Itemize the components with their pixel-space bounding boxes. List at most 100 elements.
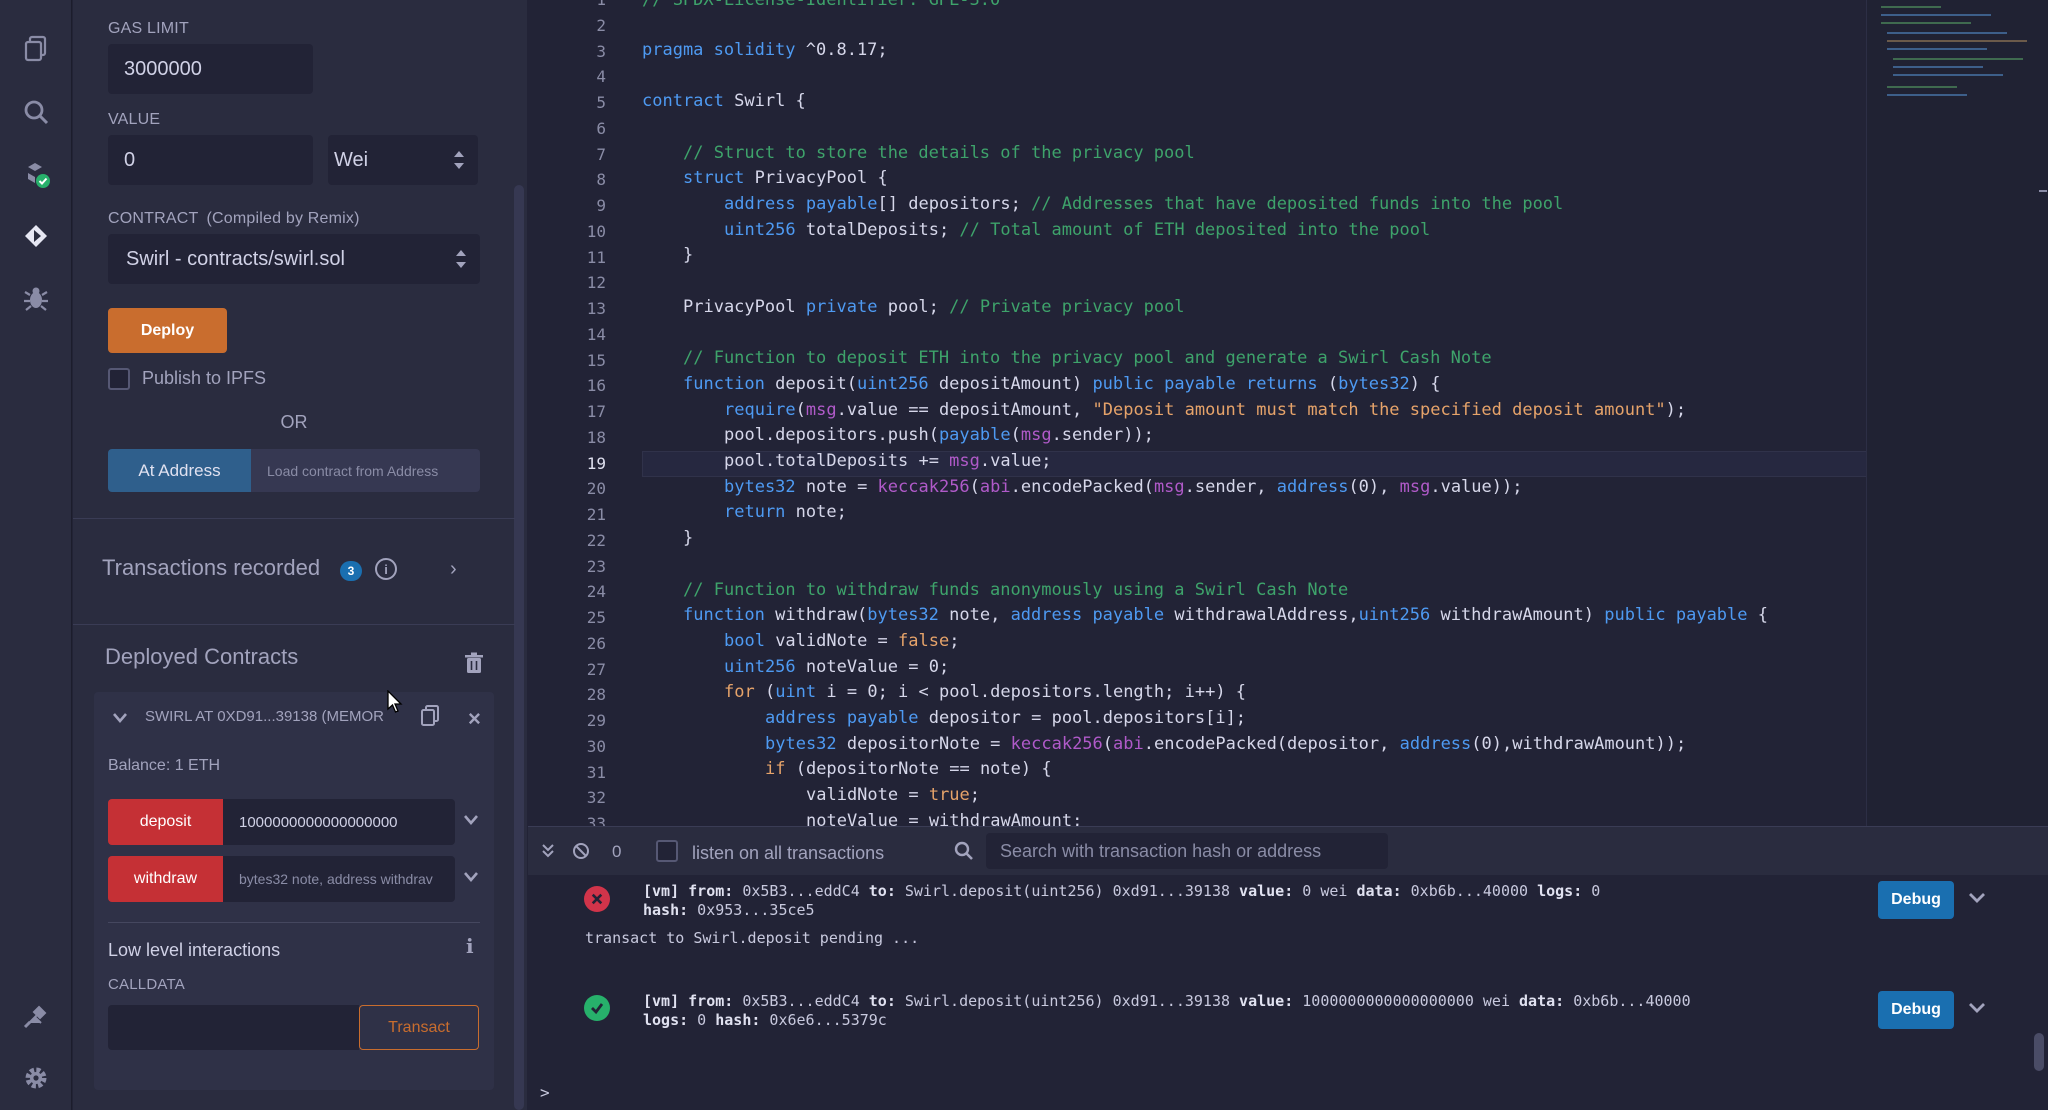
transact-button[interactable]: Transact (359, 1005, 479, 1050)
deploy-button[interactable]: Deploy (108, 308, 227, 353)
code-line-27: uint256 noteValue = 0; (724, 657, 950, 677)
line-number: 14 (586, 324, 606, 344)
calldata-label: CALLDATA (108, 976, 185, 993)
editor-minimap[interactable] (1866, 0, 2048, 826)
code-line-20: bytes32 note = keccak256(abi.encodePacke… (724, 477, 1523, 497)
code-line-16: function deposit(uint256 depositAmount) … (683, 374, 1441, 394)
line-number: 23 (586, 556, 606, 576)
line-number: 12 (586, 273, 606, 293)
tx1-debug-button[interactable]: Debug (1878, 881, 1954, 919)
calldata-input[interactable] (108, 1005, 359, 1050)
terminal-collapse-icon[interactable] (540, 842, 556, 863)
line-number: 3 (596, 41, 606, 61)
tx2-expand-icon[interactable] (1968, 1001, 1986, 1019)
low-level-title: Low level interactions (108, 940, 281, 960)
deposit-expand-icon[interactable] (463, 813, 479, 831)
instance-title[interactable]: SWIRL AT 0XD91...39138 (MEMOR (145, 708, 400, 725)
tx2-debug-button[interactable]: Debug (1878, 991, 1954, 1029)
line-number: 9 (596, 196, 606, 215)
line-number: 19 (586, 453, 606, 473)
withdraw-expand-icon[interactable] (463, 870, 479, 888)
tx1-summary-line2[interactable]: hash: 0x953...35ce5 (643, 901, 815, 919)
code-line-29: address payable depositor = pool.deposit… (765, 708, 1247, 728)
line-number: 7 (596, 144, 606, 164)
close-icon[interactable]: × (468, 706, 481, 732)
clear-console-icon[interactable] (572, 842, 590, 865)
line-number: 2 (596, 15, 606, 35)
withdraw-button[interactable]: withdraw (108, 856, 223, 902)
listen-all-label: listen on all transactions (692, 843, 885, 863)
chevron-down-icon[interactable] (112, 708, 128, 729)
tx1-expand-icon[interactable] (1968, 891, 1986, 909)
tx2-summary-line2[interactable]: logs: 0 hash: 0x6e6...5379c (643, 1011, 887, 1029)
trash-icon[interactable] (464, 652, 484, 674)
gas-limit-input[interactable]: 3000000 (108, 44, 313, 94)
code-line-8: struct PrivacyPool { (683, 168, 888, 188)
chevron-right-icon[interactable]: › (450, 558, 457, 581)
settings-gear-icon[interactable] (16, 1058, 56, 1098)
terminal-search-input[interactable]: Search with transaction hash or address (986, 833, 1388, 869)
code-line-9: address payable[] depositors; // Address… (724, 194, 1564, 214)
value-label: VALUE (108, 111, 161, 128)
code-line-15: // Function to deposit ETH into the priv… (683, 348, 1492, 368)
code-line-28: for (uint i = 0; i < pool.depositors.len… (724, 682, 1247, 702)
tx-error-icon (584, 886, 610, 912)
panel-divider (73, 518, 515, 519)
tx1-summary-line1[interactable]: [vm] from: 0x5B3...eddC4 to: Swirl.depos… (643, 882, 1600, 900)
code-line-19: pool.totalDeposits += msg.value; (724, 451, 1052, 471)
code-line-31: if (depositorNote == note) { (765, 759, 1052, 779)
deployed-contracts-title: Deployed Contracts (105, 644, 299, 669)
remix-ide: GAS LIMIT 3000000 VALUE 0 Wei CONTRACT (C… (0, 0, 2048, 1110)
line-number: 11 (586, 247, 606, 267)
line-number: 15 (586, 350, 606, 370)
publish-ipfs-checkbox[interactable] (108, 368, 130, 390)
copy-icon[interactable] (420, 705, 440, 727)
deposit-input[interactable]: 1000000000000000000 (223, 799, 455, 845)
line-number: 29 (586, 711, 606, 730)
line-number: 6 (596, 118, 606, 138)
code-line-13: PrivacyPool private pool; // Private pri… (683, 297, 1185, 317)
at-address-button[interactable]: At Address (108, 449, 251, 492)
code-line-22: } (683, 528, 694, 548)
code-line-24: // Function to withdraw funds anonymousl… (683, 580, 1349, 600)
terminal-scrollbar[interactable] (2034, 1033, 2044, 1071)
search-icon[interactable] (16, 92, 56, 132)
line-number: 24 (586, 582, 606, 602)
line-number: 17 (586, 402, 606, 421)
value-input[interactable]: 0 (108, 135, 313, 185)
info-icon[interactable]: i (375, 558, 397, 580)
value-unit-text: Wei (334, 148, 369, 171)
line-number: 10 (586, 221, 606, 241)
deploy-run-icon[interactable] (16, 216, 56, 256)
value-unit-select[interactable]: Wei (328, 135, 478, 185)
file-explorer-icon[interactable] (16, 28, 56, 68)
instance-divider (108, 922, 480, 923)
withdraw-input[interactable]: bytes32 note, address withdrav (223, 856, 455, 902)
line-number: 8 (596, 170, 606, 190)
contract-select[interactable]: Swirl - contracts/swirl.sol (108, 234, 480, 284)
or-divider: OR (280, 412, 308, 432)
terminal-prompt[interactable]: > (540, 1083, 550, 1102)
code-line-30: bytes32 depositorNote = keccak256(abi.en… (765, 734, 1687, 754)
contract-select-text: Swirl - contracts/swirl.sol (126, 247, 345, 270)
panel-scrollbar[interactable] (514, 185, 524, 1110)
solidity-compiler-icon[interactable] (16, 154, 56, 194)
debugger-icon[interactable] (16, 278, 56, 318)
line-number: 28 (586, 685, 606, 705)
code-line-21: return note; (724, 502, 847, 522)
line-number: 27 (586, 659, 606, 679)
line-number: 32 (586, 788, 606, 808)
low-level-info-icon[interactable]: i (466, 934, 474, 958)
plugin-manager-icon[interactable] (16, 996, 56, 1036)
deposit-button[interactable]: deposit (108, 799, 223, 845)
code-editor[interactable]: 1234567891011121314151617181920212223242… (528, 0, 2048, 833)
line-number: 13 (586, 299, 606, 318)
tx2-summary-line1[interactable]: [vm] from: 0x5B3...eddC4 to: Swirl.depos… (643, 992, 1691, 1010)
code-line-5: contract Swirl { (642, 91, 806, 111)
code-line-32: validNote = true; (806, 785, 981, 805)
code-line-26: bool validNote = false; (724, 631, 960, 651)
listen-all-checkbox[interactable] (656, 840, 678, 862)
load-contract-address-input[interactable]: Load contract from Address (251, 449, 480, 492)
transactions-recorded-title[interactable]: Transactions recorded (102, 555, 320, 581)
code-line-10: uint256 totalDeposits; // Total amount o… (724, 220, 1431, 240)
